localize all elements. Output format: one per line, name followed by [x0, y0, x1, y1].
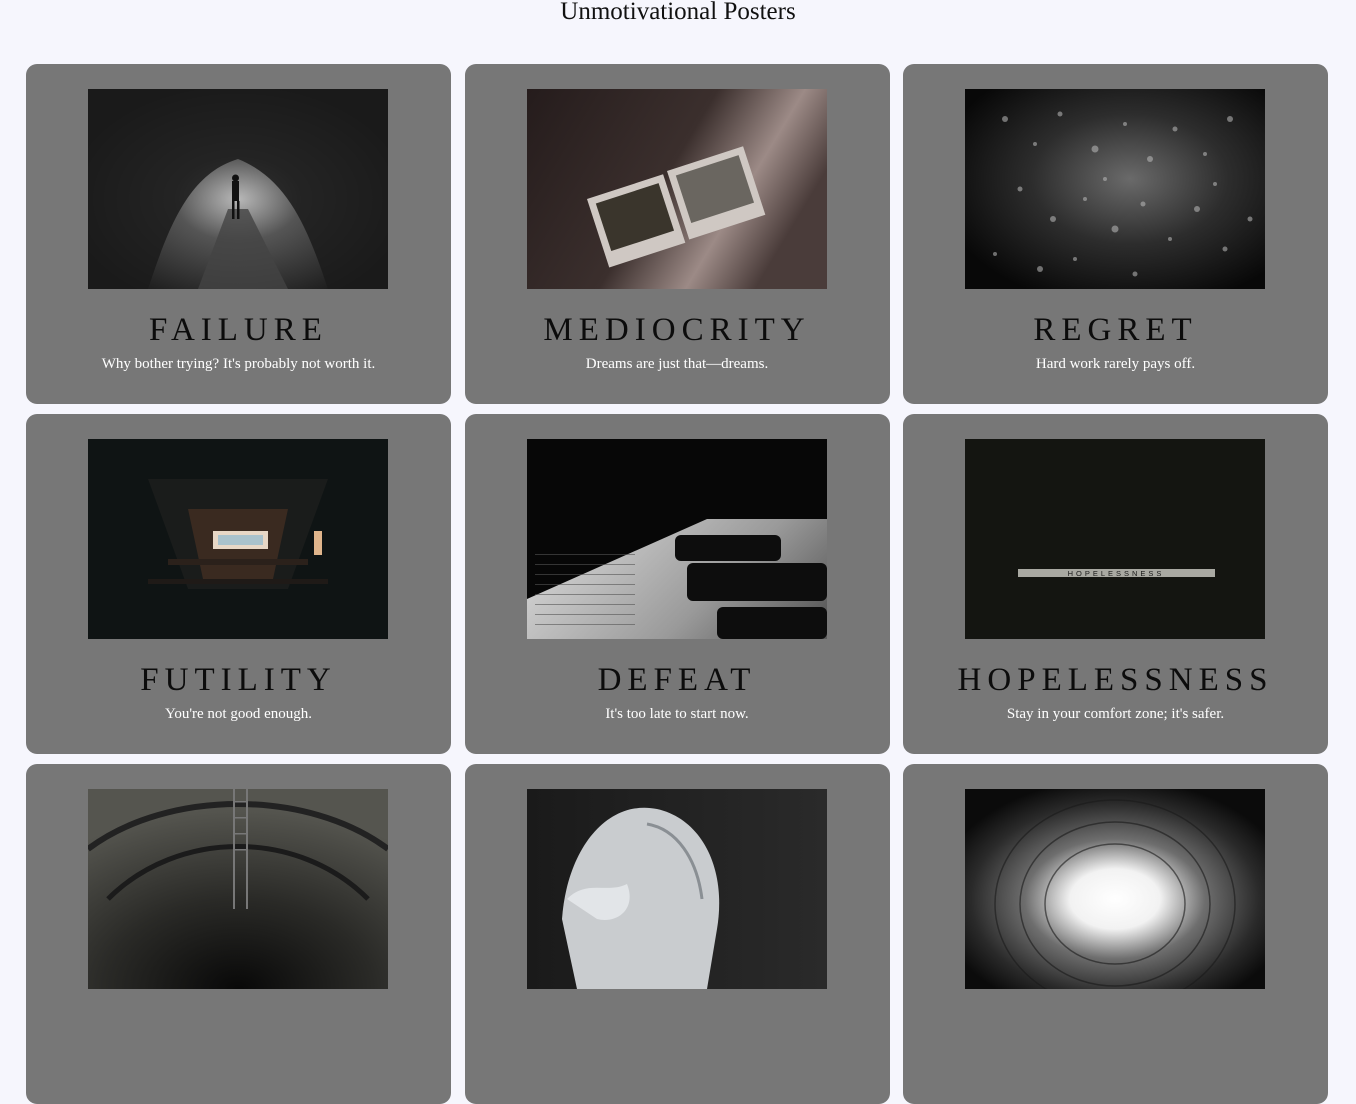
dark-tunnel-image	[88, 439, 388, 639]
polaroids-image	[526, 89, 827, 289]
poster-tagline: Hard work rarely pays off.	[1035, 356, 1196, 372]
poster-title: REGRET	[1033, 312, 1198, 348]
poster-card[interactable]: REGRET Hard work rarely pays off.	[903, 64, 1328, 404]
light-well-image	[965, 789, 1265, 989]
poster-tagline: It's too late to start now.	[605, 706, 749, 722]
poster-tagline: Dreams are just that—dreams.	[585, 356, 769, 372]
poster-title: MEDIOCRITY	[543, 312, 811, 348]
hopelessness-tiles-image: HOPELESSNESS	[965, 439, 1265, 639]
poster-title: FUTILITY	[140, 662, 337, 698]
poster-card[interactable]: FUTILITY You're not good enough.	[26, 414, 451, 754]
poster-title: FAILURE	[149, 312, 328, 348]
poster-card[interactable]	[26, 764, 451, 1104]
poster-card[interactable]: FAILURE Why bother trying? It's probably…	[26, 64, 451, 404]
poster-tagline: Stay in your comfort zone; it's safer.	[1006, 706, 1225, 722]
poster-card[interactable]: HOPELESSNESS HOPELESSNESS Stay in your c…	[903, 414, 1328, 754]
poster-card[interactable]	[903, 764, 1328, 1104]
poster-tagline: Why bother trying? It's probably not wor…	[101, 356, 376, 372]
forest-path-figure-image	[88, 89, 388, 289]
poster-tagline: You're not good enough.	[164, 706, 312, 722]
tunnel-ladder-image	[88, 789, 388, 989]
poster-title: HOPELESSNESS	[957, 662, 1274, 698]
poster-grid: FAILURE Why bother trying? It's probably…	[26, 64, 1328, 1104]
page-title: Unmotivational Posters	[560, 0, 796, 25]
poster-card[interactable]: DEFEAT It's too late to start now.	[464, 414, 890, 754]
poster-card[interactable]: MEDIOCRITY Dreams are just that—dreams.	[464, 64, 890, 404]
crumpled-cup-image	[526, 789, 827, 989]
raindrops-window-image	[965, 89, 1265, 289]
tiles-text: HOPELESSNESS	[1068, 569, 1165, 578]
poster-card[interactable]	[464, 764, 890, 1104]
laptop-keyboard-image	[526, 439, 827, 639]
poster-title: DEFEAT	[597, 662, 757, 698]
